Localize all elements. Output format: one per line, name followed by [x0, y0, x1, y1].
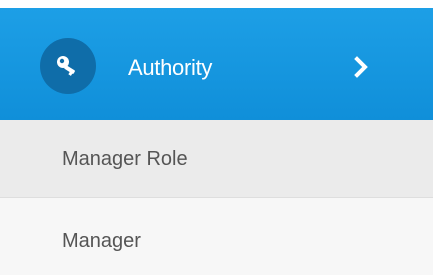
menu-item-label: Manager Role	[62, 148, 188, 170]
icon-circle	[40, 38, 96, 94]
menu-header-authority[interactable]: Authority	[0, 8, 433, 120]
menu-item-manager[interactable]: Manager	[0, 198, 433, 275]
chevron-right-icon[interactable]	[350, 55, 374, 79]
menu-item-label: Manager	[62, 230, 141, 252]
key-icon	[57, 56, 75, 76]
menu-header-label: Authority	[128, 55, 213, 80]
menu-item-manager-role[interactable]: Manager Role	[0, 120, 433, 198]
top-strip	[0, 0, 433, 8]
